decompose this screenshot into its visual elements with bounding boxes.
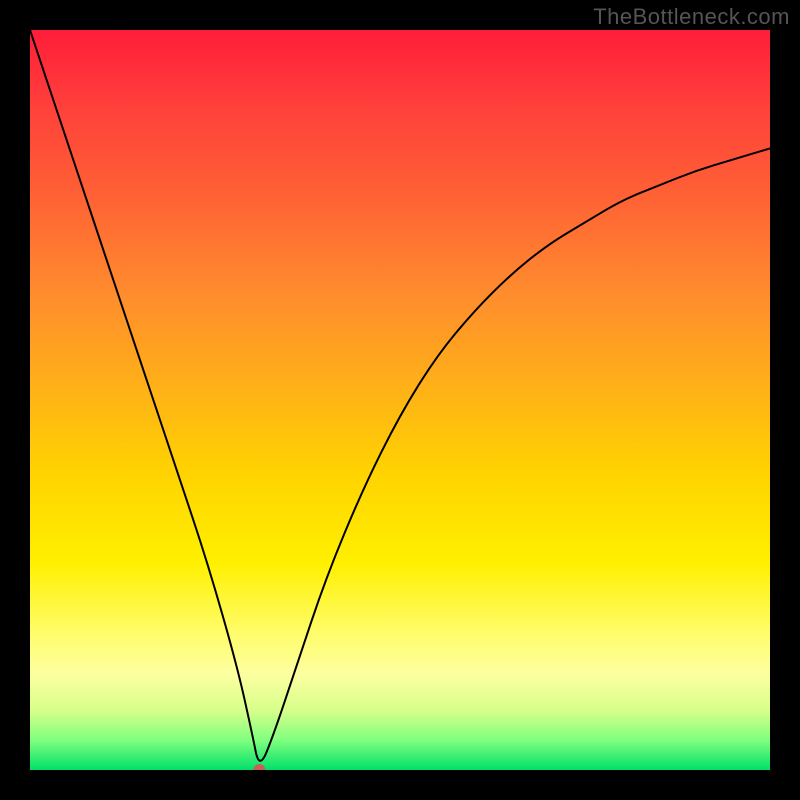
bottleneck-curve: [30, 30, 770, 761]
plot-area: [30, 30, 770, 770]
chart-canvas: TheBottleneck.com: [0, 0, 800, 800]
optimal-point-marker: [253, 764, 265, 770]
watermark-text: TheBottleneck.com: [593, 4, 790, 30]
bottleneck-curve-svg: [30, 30, 770, 770]
